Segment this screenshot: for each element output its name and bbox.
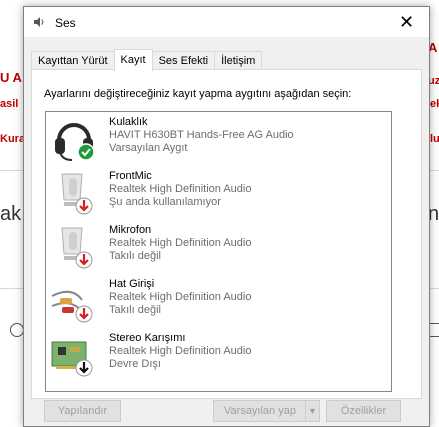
instruction-text: Ayarlarını değiştireceğiniz kayıt yapma … (44, 88, 352, 100)
device-description: Realtek High Definition Audio (109, 291, 252, 303)
device-item-line-in[interactable]: Hat Girişi Realtek High Definition Audio… (46, 274, 391, 326)
sound-dialog: Ses ✕ Kayıttan Yürüt Kayıt Ses Efekti İl… (23, 6, 430, 427)
close-button[interactable]: ✕ (384, 7, 429, 37)
device-description: Realtek High Definition Audio (109, 183, 252, 195)
tab-playback[interactable]: Kayıttan Yürüt (31, 51, 115, 70)
chevron-down-icon: ▼ (308, 406, 317, 416)
set-default-dropdown-button[interactable]: ▼ (305, 400, 320, 422)
device-list[interactable]: Kulaklık HAVIT H630BT Hands-Free AG Audi… (45, 111, 392, 392)
title-bar: Ses ✕ (24, 7, 429, 37)
check-badge-icon (77, 143, 95, 161)
microphone-icon (61, 227, 93, 269)
background-text: ek (430, 98, 439, 110)
tab-recording[interactable]: Kayıt (113, 49, 153, 71)
device-status: Takılı değil (109, 304, 161, 316)
device-status: Devre Dışı (109, 358, 161, 370)
configure-button[interactable]: Yapılandır (44, 400, 121, 422)
speaker-icon (34, 17, 44, 27)
device-status: Şu anda kullanılamıyor (109, 196, 221, 208)
line-in-cable-icon (51, 290, 93, 323)
close-icon: ✕ (398, 11, 415, 32)
microphone-icon (61, 173, 93, 215)
device-item-headset[interactable]: Kulaklık HAVIT H630BT Hands-Free AG Audi… (46, 112, 391, 164)
device-status: Takılı değil (109, 250, 161, 262)
device-name: Kulaklık (109, 116, 148, 128)
set-default-button[interactable]: Varsayılan yap (213, 400, 307, 422)
device-name: Mikrofon (109, 224, 152, 236)
device-description: HAVIT H630BT Hands-Free AG Audio (109, 129, 294, 141)
tab-sounds[interactable]: Ses Efekti (151, 51, 216, 70)
device-item-microphone[interactable]: Mikrofon Realtek High Definition Audio T… (46, 220, 391, 272)
device-name: Hat Girişi (109, 278, 155, 290)
device-name: FrontMic (109, 170, 152, 182)
device-status: Varsayılan Aygıt (109, 142, 188, 154)
recording-panel: Ayarlarını değiştireceğiniz kayıt yapma … (31, 69, 422, 399)
device-name: Stereo Karışımı (109, 332, 186, 344)
circuit-board-icon (51, 341, 93, 377)
tab-communications[interactable]: İletişim (214, 51, 263, 70)
properties-button[interactable]: Özellikler (326, 400, 401, 422)
background-text: Kura (0, 133, 26, 145)
emoji-icon (10, 323, 24, 337)
background-text: lu (430, 133, 439, 145)
device-description: Realtek High Definition Audio (109, 345, 252, 357)
background-text: asil (0, 98, 19, 110)
background-text: ak (0, 203, 22, 225)
background-text: U A (0, 70, 22, 85)
headset-icon (55, 123, 95, 161)
window-title: Ses (55, 16, 76, 30)
device-item-frontmic[interactable]: FrontMic Realtek High Definition Audio Ş… (46, 166, 391, 218)
device-item-stereo-mix[interactable]: Stereo Karışımı Realtek High Definition … (46, 328, 391, 380)
tab-strip: Kayıttan Yürüt Kayıt Ses Efekti İletişim (31, 49, 263, 71)
device-description: Realtek High Definition Audio (109, 237, 252, 249)
